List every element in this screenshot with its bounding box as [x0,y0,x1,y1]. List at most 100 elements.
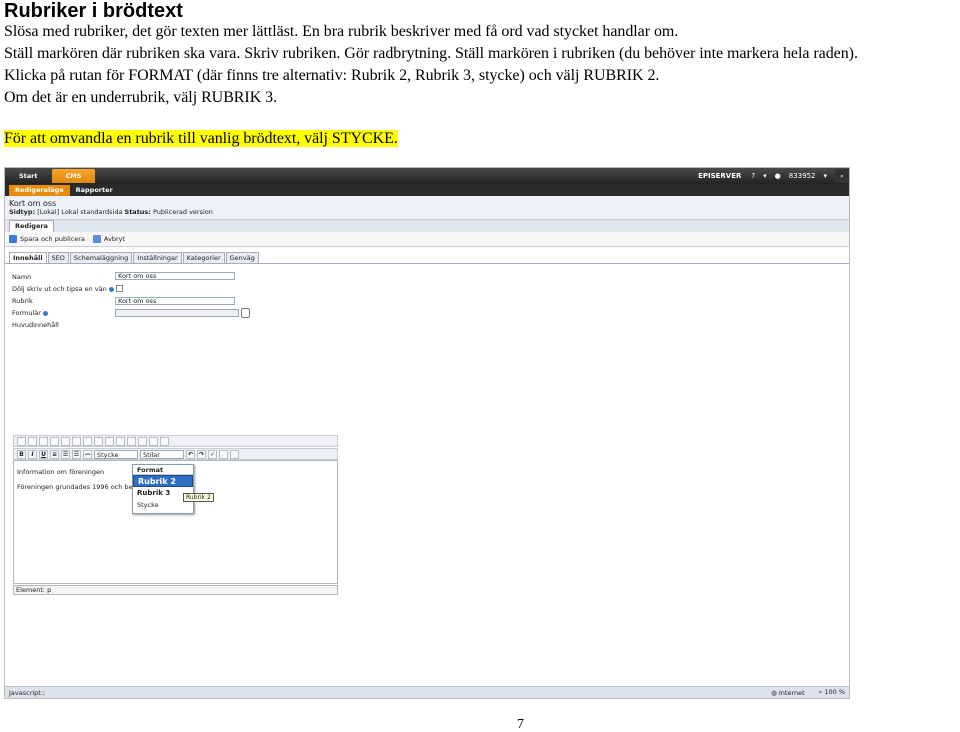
format-option-rubrik-2[interactable]: Rubrik 2 [133,475,193,487]
line5-part-c: . [393,130,398,147]
namn-input[interactable]: Kort om oss [115,272,235,280]
formular-info-icon [42,310,48,316]
char-icon[interactable] [160,436,169,446]
line4-part-c: 3. [261,89,278,106]
tab-seo[interactable]: SEO [47,252,69,263]
info-icon [108,286,114,292]
rubrik-input[interactable]: Kort om oss [115,297,235,305]
align-left-icon[interactable]: ≡ [50,449,59,459]
paragraph-line-4: Om det är en underrubrik, välj RUBRIK 3. [4,89,277,107]
page-meta: Sidtyp: [Lokal] Lokal standardsida Statu… [9,208,845,216]
user-icon: ● [774,172,781,180]
bold-button[interactable]: B [17,449,26,459]
start-tab[interactable]: Start [11,168,46,184]
redigera-tab[interactable]: Redigera [9,220,54,232]
tab-schemalaggning[interactable]: Schemaläggning [69,252,133,263]
edit-mode-tab[interactable]: Redigeraläge [9,184,70,196]
browser-status-bar: Javascript:; ◍ Internet ⌕ 100 % [5,686,849,698]
cut-icon[interactable] [39,436,48,446]
line5-part-a: För att omvandla en rubrik till vanlig b… [4,130,332,147]
tab-genvag[interactable]: Genväg [225,252,259,263]
format-dropdown-header: Format [133,465,193,475]
help-button[interactable]: ? [747,172,759,180]
huvudinnehall-label: Huvudinnehåll [12,321,59,329]
anchor-icon[interactable] [127,436,136,446]
user-chevron-icon[interactable]: ▾ [819,172,831,180]
search-icon[interactable]: ⌕ [835,169,849,183]
stycke-keyword: STYCKE [331,130,394,147]
cancel-button[interactable]: Avbryt [92,235,126,243]
dolj-checkbox[interactable] [116,285,123,292]
replace-icon[interactable] [94,436,103,446]
line3-part-a: Klicka på rutan för [4,67,129,84]
dolj-label: Dölj skriv ut och tipsa en vän [12,285,114,293]
undo-arrow-icon[interactable]: ↶ [186,449,195,459]
format-keyword: FORMAT [128,67,193,84]
formular-picker-button[interactable] [241,308,250,318]
italic-button[interactable]: I [28,449,37,459]
line3-part-e: 2. [643,67,660,84]
formular-input[interactable] [115,309,239,317]
top-bar: Start CMS EPISERVER ? ▾ ● 833952 ▾ ⌕ [5,168,849,184]
tab-innehall[interactable]: Innehåll [9,252,47,263]
bullet-list-icon[interactable]: ☰ [61,449,70,459]
link-icon[interactable] [105,436,114,446]
tab-kategorier[interactable]: Kategorier [182,252,225,263]
internet-zone: ◍ Internet [771,689,805,697]
namn-label: Namn [12,273,32,281]
reports-tab[interactable]: Rapporter [70,186,119,194]
editor-tabs: Innehåll SEO Schemaläggning Inställninga… [5,252,849,264]
copy-icon[interactable] [50,436,59,446]
cancel-label: Avbryt [103,235,126,243]
zoom-level-label: 100 % [824,688,845,696]
paste-text-icon[interactable] [72,436,81,446]
image-icon[interactable] [138,436,147,446]
editor-paragraph-2[interactable]: Föreningen grundades 1996 och best [17,483,139,491]
html-source-icon[interactable] [219,449,228,459]
internet-zone-label: Internet [778,688,805,697]
paste-icon[interactable] [61,436,70,446]
save-publish-button[interactable]: Spara och publicera [9,235,85,243]
rubrik-label: Rubrik [12,297,33,305]
highlighted-sentence: För att omvandla en rubrik till vanlig b… [4,130,398,147]
format-select[interactable]: Stycke [94,449,138,459]
undo-icon[interactable] [17,436,26,446]
user-id[interactable]: 833952 [785,172,820,180]
underline-button[interactable]: U [39,449,48,459]
tab-installningar[interactable]: Inställningar [133,252,182,263]
status-right: ◍ Internet ⌕ 100 % [771,688,845,697]
redo-icon[interactable] [28,436,37,446]
status-label: Status: [124,208,151,216]
save-icon [9,235,17,243]
cancel-icon [92,235,101,243]
numbered-list-icon[interactable]: ☰ [72,449,81,459]
dropdown-arrow-icon[interactable]: ▾ [759,172,771,180]
rubrik-keyword: RUBRIK [583,67,644,84]
editor-toolbar-2: B I U ≡ ☰ ☰ — Stycke Stilar ↶ ↷ ✓ [13,448,338,460]
line3-part-c: (där finns tre alternativ: Rubrik 2, Rub… [192,67,584,84]
cms-screenshot: Start CMS EPISERVER ? ▾ ● 833952 ▾ ⌕ Red… [4,167,850,699]
spellcheck-icon[interactable]: ✓ [208,449,217,459]
edit-form: Namn Kort om oss Dölj skriv ut och tipsa… [5,264,849,698]
paragraph-line-2: Ställ markören där rubriken ska vara. Sk… [4,45,858,62]
page-name: Kort om oss [9,199,57,208]
redo-arrow-icon[interactable]: ↷ [197,449,206,459]
editor-paragraph-1[interactable]: Information om föreningen [17,468,104,476]
horizontal-rule-icon[interactable]: — [83,449,92,459]
find-icon[interactable] [83,436,92,446]
rubrik-2-tooltip: Rubrik 2 [183,493,214,502]
zoom-level[interactable]: ⌕ 100 % [819,688,845,697]
dolj-label-text: Dölj skriv ut och tipsa en vän [12,285,107,293]
rubrik-keyword-2: RUBRIK [201,89,262,106]
status-link-text: Javascript:; [9,688,46,697]
style-select[interactable]: Stilar [140,449,184,459]
fullscreen-icon[interactable] [230,449,239,459]
line4-part-a: Om det är en underrubrik, välj [4,89,202,106]
status-value: Publicerad version [152,208,213,216]
table-icon[interactable] [149,436,158,446]
cms-tab[interactable]: CMS [51,169,96,183]
pagetype-label: Sidtyp: [9,208,36,216]
format-dropdown: Format Rubrik 2 Rubrik 3 Stycke [132,464,194,514]
unlink-icon[interactable] [116,436,125,446]
element-path-bar: Element: p [13,585,338,595]
